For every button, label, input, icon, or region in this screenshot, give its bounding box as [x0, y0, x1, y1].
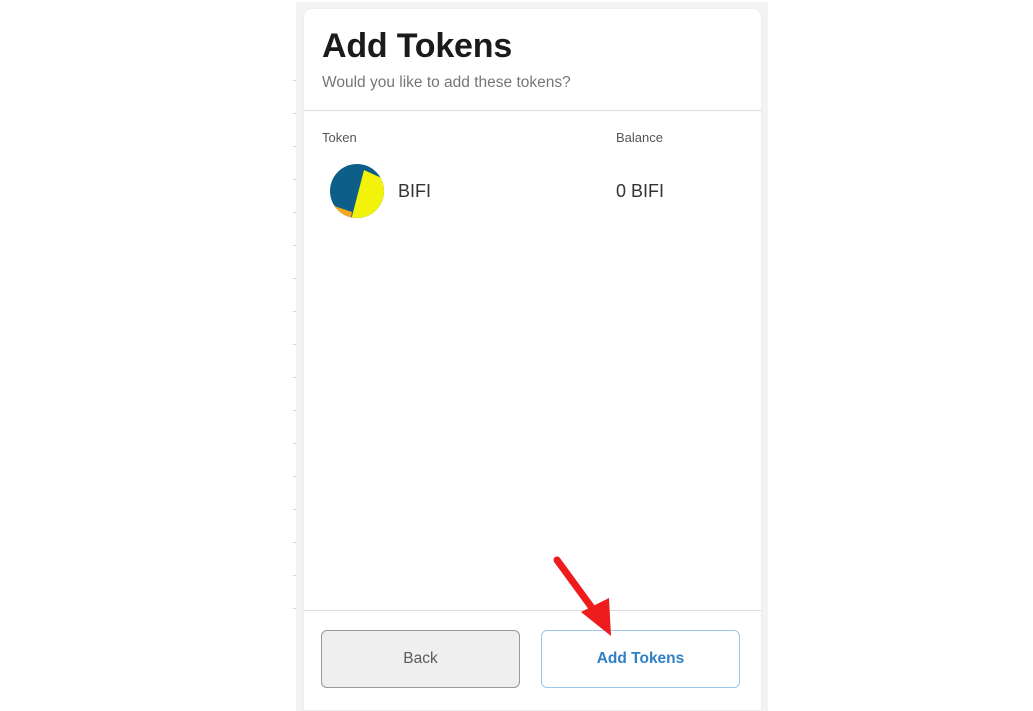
page-title: Add Tokens: [322, 27, 513, 65]
dialog-header: Add Tokens Would you like to add these t…: [304, 9, 761, 111]
token-symbol: BIFI: [398, 181, 432, 201]
column-header-balance: Balance: [616, 130, 663, 145]
token-row: BIFI 0 BIFI: [322, 162, 742, 222]
background-ticks: [293, 80, 296, 640]
page: Add Tokens Would you like to add these t…: [0, 0, 1033, 711]
column-header-token: Token: [322, 130, 357, 145]
page-subtitle: Would you like to add these tokens?: [322, 74, 571, 91]
token-balance: 0 BIFI: [616, 181, 665, 201]
bifi-token-icon: [330, 164, 384, 218]
back-button[interactable]: Back: [321, 630, 520, 688]
add-tokens-button[interactable]: Add Tokens: [541, 630, 740, 688]
dialog-footer: Back Add Tokens: [304, 610, 761, 711]
add-tokens-dialog: Add Tokens Would you like to add these t…: [304, 9, 761, 710]
